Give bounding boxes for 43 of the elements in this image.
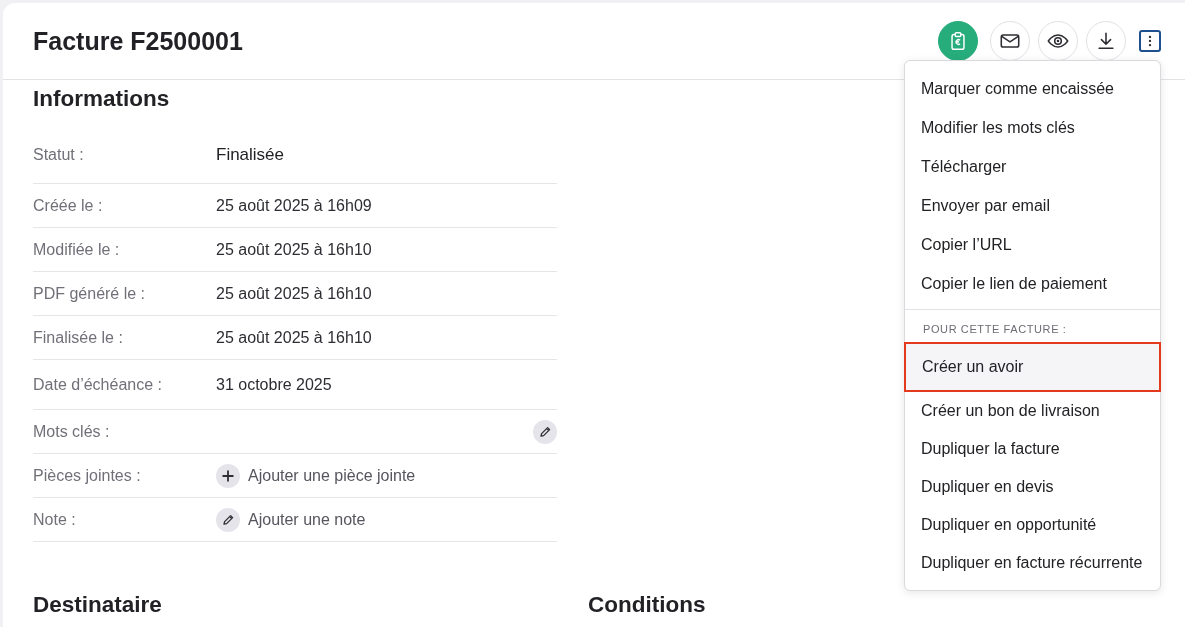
field-value: Finalisée: [216, 145, 285, 165]
field-label: Note :: [33, 510, 77, 529]
menu-item[interactable]: Créer un bon de livraison: [905, 392, 1160, 430]
section-title: Informations: [33, 85, 171, 113]
menu-item[interactable]: Envoyer par email: [905, 186, 1160, 225]
payment-button[interactable]: [938, 21, 978, 61]
menu-section-label: POUR CETTE FACTURE :: [922, 322, 1068, 337]
preview-button[interactable]: [1038, 21, 1078, 61]
menu-item[interactable]: Copier le lien de paiement: [905, 264, 1160, 303]
field-label: Date d’échéance :: [33, 375, 163, 394]
field-label: Modifiée le :: [33, 240, 121, 259]
menu-item[interactable]: Dupliquer en facture récurrente: [905, 544, 1160, 582]
more-button[interactable]: [1139, 30, 1161, 52]
field-value: 25 août 2025 à 16h10: [216, 240, 372, 259]
field-value: 25 août 2025 à 16h09: [216, 196, 372, 215]
add-note-link[interactable]: Ajouter une note: [216, 507, 366, 532]
field-label: Pièces jointes :: [33, 466, 142, 485]
section-title: Conditions: [588, 591, 707, 619]
field-label: Finalisée le :: [33, 328, 124, 347]
download-button[interactable]: [1086, 21, 1126, 61]
menu-item[interactable]: Dupliquer la facture: [905, 430, 1160, 468]
menu-item[interactable]: Dupliquer en devis: [905, 468, 1160, 506]
menu-item[interactable]: Copier l’URL: [905, 225, 1160, 264]
field-value: 25 août 2025 à 16h10: [216, 328, 372, 347]
pencil-icon[interactable]: [533, 419, 557, 444]
menu-item[interactable]: Créer un avoir: [904, 342, 1161, 392]
plus-icon: [216, 463, 240, 488]
pencil-icon: [216, 507, 240, 532]
add-attachment-link[interactable]: Ajouter une pièce jointe: [216, 463, 416, 488]
download-icon: [1095, 30, 1117, 52]
field-label: Statut :: [33, 146, 85, 164]
menu-item[interactable]: Dupliquer en opportunité: [905, 506, 1160, 544]
field-label: PDF généré le :: [33, 284, 147, 303]
field-value: 25 août 2025 à 16h10: [216, 284, 372, 303]
email-button[interactable]: [990, 21, 1030, 61]
field-label: Créée le :: [33, 196, 104, 215]
section-title: Destinataire: [33, 591, 163, 619]
field-label: Mots clés :: [33, 422, 111, 441]
menu-item[interactable]: Modifier les mots clés: [905, 108, 1160, 147]
menu-item[interactable]: Télécharger: [905, 147, 1160, 186]
page-title: Facture F2500001: [33, 26, 243, 56]
menu-item[interactable]: Marquer comme encaissée: [905, 69, 1160, 108]
field-value: 31 octobre 2025: [216, 375, 332, 394]
